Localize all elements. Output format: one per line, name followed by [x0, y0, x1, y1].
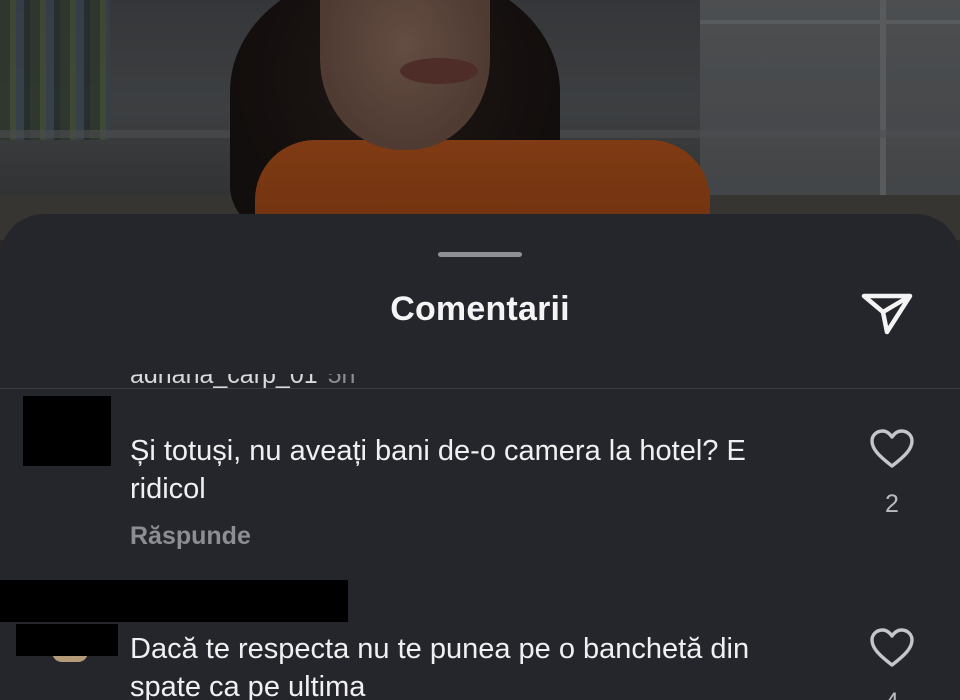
- redacted-username: [0, 580, 348, 622]
- comment-username[interactable]: adriana_carp_01: [130, 374, 318, 388]
- like-count: 2: [885, 490, 899, 518]
- comments-sheet: Comentarii adriana_carp_01 5h Și totuși, …: [0, 214, 960, 700]
- header-divider: [0, 388, 960, 389]
- comment-time: 5h: [327, 374, 356, 388]
- photo-dim-overlay: [0, 0, 960, 240]
- redacted-avatar: [16, 624, 118, 656]
- drag-handle[interactable]: [438, 252, 522, 257]
- like-count: 4: [860, 688, 924, 700]
- heart-icon[interactable]: [869, 628, 915, 668]
- comment-text: Și totuși, nu aveați bani de-o camera la…: [130, 435, 746, 505]
- sheet-title: Comentarii: [390, 290, 570, 328]
- post-background-photo: [0, 0, 960, 240]
- comment-username-row: adriana_carp_01 5h: [130, 374, 355, 388]
- comments-list[interactable]: adriana_carp_01 5h Și totuși, nu aveați b…: [0, 374, 960, 700]
- heart-icon[interactable]: [869, 429, 915, 469]
- comment-text: Dacă te respecta nu te punea pe o banche…: [130, 633, 750, 700]
- redacted-avatar: [23, 396, 111, 466]
- send-icon[interactable]: [858, 286, 916, 338]
- reply-button[interactable]: Răspunde: [130, 522, 251, 551]
